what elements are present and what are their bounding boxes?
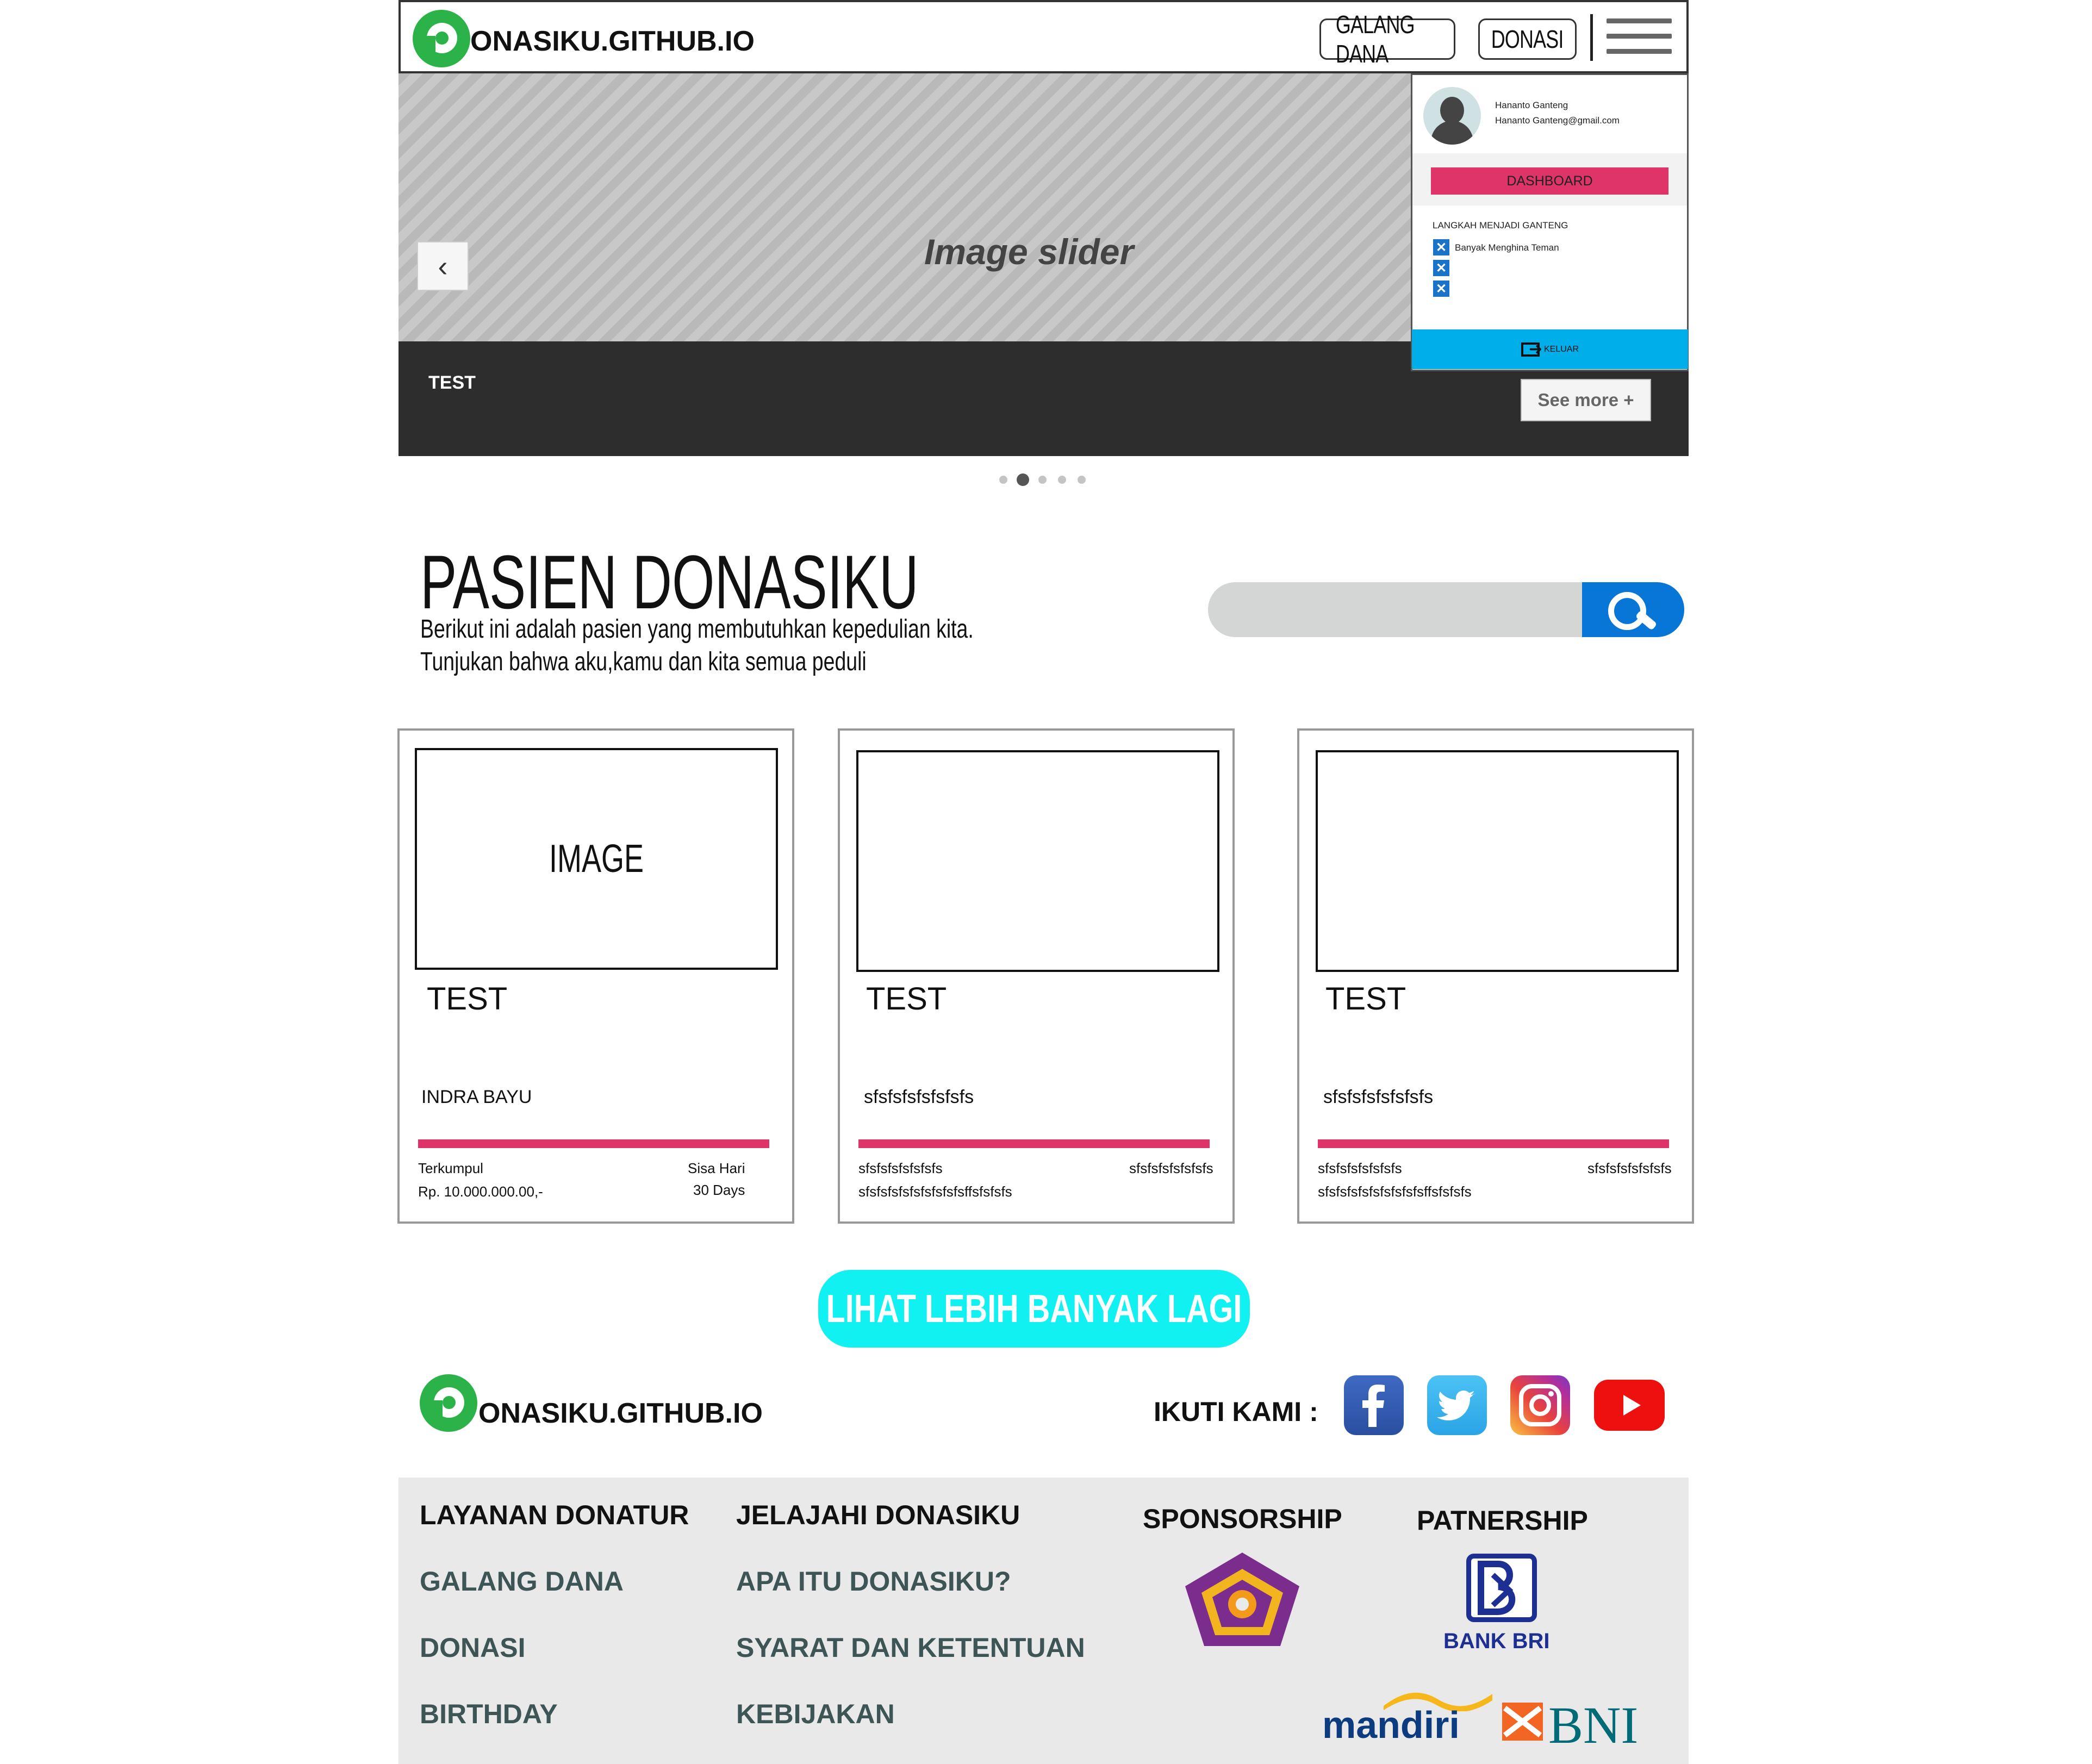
card-title: TEST — [427, 981, 508, 1017]
partnership-title: PATNERSHIP — [1417, 1505, 1588, 1536]
collected-amount: Rp. 10.000.000.00,- — [418, 1183, 543, 1200]
slider-dot-2[interactable] — [1017, 473, 1029, 486]
footer-link-galang-dana[interactable]: GALANG DANA — [420, 1566, 624, 1597]
slider-caption-text: TEST — [428, 372, 476, 393]
collected-label: sfsfsfsfsfsfsfs — [1318, 1160, 1402, 1176]
facebook-icon[interactable] — [1344, 1375, 1404, 1435]
load-more-button[interactable]: LIHAT LEBIH BANYAK LAGI — [818, 1270, 1250, 1348]
patient-card-1[interactable]: IMAGE TEST INDRA BAYU Terkumpul Rp. 10.0… — [397, 728, 794, 1224]
logout-label: KELUAR — [1543, 344, 1579, 354]
card-image — [856, 750, 1219, 972]
step-checkbox-2[interactable]: ✕ — [1433, 260, 1449, 276]
progress-bar — [1318, 1139, 1669, 1148]
logo-icon[interactable] — [413, 10, 470, 67]
load-more-label: LIHAT LEBIH BANYAK LAGI — [826, 1287, 1242, 1331]
collected-label: sfsfsfsfsfsfsfs — [858, 1160, 943, 1176]
footer-link-about[interactable]: APA ITU DONASIKU? — [736, 1566, 1011, 1597]
avatar[interactable] — [1423, 87, 1481, 145]
search-input[interactable] — [1208, 582, 1605, 637]
days-left-label: sfsfsfsfsfsfsfs — [1129, 1160, 1213, 1176]
donasi-button[interactable]: DONASI — [1478, 18, 1577, 60]
card-image — [1316, 750, 1679, 972]
section-description-line-1: Berikut ini adalah pasien yang membutuhk… — [420, 615, 974, 644]
logout-icon: ➜ — [1521, 341, 1542, 357]
progress-bar — [418, 1139, 769, 1148]
bri-logo-text: BANK BRI — [1443, 1629, 1550, 1653]
footer-brand-name[interactable]: ONASIKU.GITHUB.IO — [478, 1397, 763, 1430]
youtube-icon[interactable] — [1594, 1380, 1665, 1431]
card-name: sfsfsfsfsfsfsfs — [864, 1087, 974, 1107]
steps-title: LANGKAH MENJADI GANTENG — [1433, 220, 1568, 230]
collected-label: Terkumpul — [418, 1160, 483, 1176]
days-left-label: Sisa Hari — [688, 1160, 745, 1176]
card-image-label: IMAGE — [549, 837, 644, 881]
slider-dot-3[interactable] — [1038, 476, 1047, 484]
card-name: sfsfsfsfsfsfsfs — [1323, 1087, 1434, 1107]
footer-link-birthday[interactable]: BIRTHDAY — [420, 1698, 558, 1730]
step-checkbox-3[interactable]: ✕ — [1433, 281, 1449, 297]
bni-logo-text: BNI — [1548, 1696, 1639, 1754]
twitter-icon[interactable] — [1427, 1375, 1487, 1435]
collected-amount: sfsfsfsfsfsfsfsfsfsffsfsfsfs — [858, 1183, 1012, 1200]
footer-logo-icon[interactable] — [420, 1374, 477, 1432]
section-description-line-2: Tunjukan bahwa aku,kamu dan kita semua p… — [420, 647, 867, 676]
slider-prev-button[interactable]: ‹ — [417, 241, 469, 291]
slider-dot-4[interactable] — [1058, 476, 1066, 484]
card-name: INDRA BAYU — [421, 1087, 532, 1107]
slider-dot-5[interactable] — [1078, 476, 1086, 484]
days-left-label: sfsfsfsfsfsfsfs — [1587, 1160, 1672, 1176]
days-left-value: 30 Days — [693, 1182, 745, 1198]
progress-bar — [858, 1139, 1210, 1148]
chevron-left-icon: ‹ — [438, 250, 448, 283]
footer-link-donasi[interactable]: DONASI — [420, 1632, 525, 1663]
step-label-1: Banyak Menghina Teman — [1455, 242, 1559, 253]
follow-us-label: IKUTI KAMI : — [1154, 1397, 1318, 1427]
top-navbar: ONASIKU.GITHUB.IO GALANG DANA DONASI — [399, 0, 1689, 73]
donasi-label: DONASI — [1491, 25, 1564, 53]
user-name: Hananto Ganteng — [1495, 100, 1568, 110]
sponsor-logo — [1185, 1553, 1299, 1646]
search-button[interactable] — [1582, 582, 1684, 637]
instagram-icon[interactable] — [1510, 1375, 1570, 1435]
footer-link-terms[interactable]: SYARAT DAN KETENTUAN — [736, 1632, 1085, 1663]
logout-button[interactable]: ➜ KELUAR — [1412, 329, 1688, 369]
hamburger-menu-icon[interactable] — [1604, 15, 1674, 59]
see-more-button[interactable]: See more + — [1521, 379, 1651, 421]
mandiri-logo-text: mandiri — [1322, 1704, 1460, 1746]
footer-link-policy[interactable]: KEBIJAKAN — [736, 1698, 895, 1730]
menu-divider — [1590, 14, 1593, 61]
slider-placeholder-title: Image slider — [924, 232, 1134, 272]
card-title: TEST — [1325, 981, 1406, 1017]
footer-col1-title: LAYANAN DONATUR — [420, 1500, 689, 1530]
patient-card-2[interactable]: TEST sfsfsfsfsfsfsfs sfsfsfsfsfsfsfs sfs… — [838, 728, 1235, 1224]
slider-dot-1[interactable] — [999, 476, 1007, 484]
card-image: IMAGE — [415, 748, 778, 970]
sponsorship-title: SPONSORSHIP — [1143, 1504, 1342, 1534]
patient-card-3[interactable]: TEST sfsfsfsfsfsfsfs sfsfsfsfsfsfsfs sfs… — [1297, 728, 1694, 1224]
galang-dana-label: GALANG DANA — [1335, 10, 1415, 68]
galang-dana-button[interactable]: GALANG DANA — [1319, 10, 1455, 68]
bni-logo-icon — [1502, 1703, 1543, 1741]
user-email: Hananto Ganteng@gmail.com — [1495, 115, 1620, 126]
footer-col2-title: JELAJAHI DONASIKU — [736, 1500, 1020, 1530]
brand-name[interactable]: ONASIKU.GITHUB.IO — [470, 25, 755, 58]
step-checkbox-1[interactable]: ✕ — [1433, 239, 1449, 255]
bri-logo-icon — [1466, 1554, 1537, 1622]
card-title: TEST — [866, 981, 947, 1017]
section-title: PASIEN DONASIKU — [420, 539, 919, 625]
collected-amount: sfsfsfsfsfsfsfsfsfsffsfsfsfs — [1318, 1183, 1472, 1200]
dashboard-button[interactable]: DASHBOARD — [1431, 167, 1668, 195]
